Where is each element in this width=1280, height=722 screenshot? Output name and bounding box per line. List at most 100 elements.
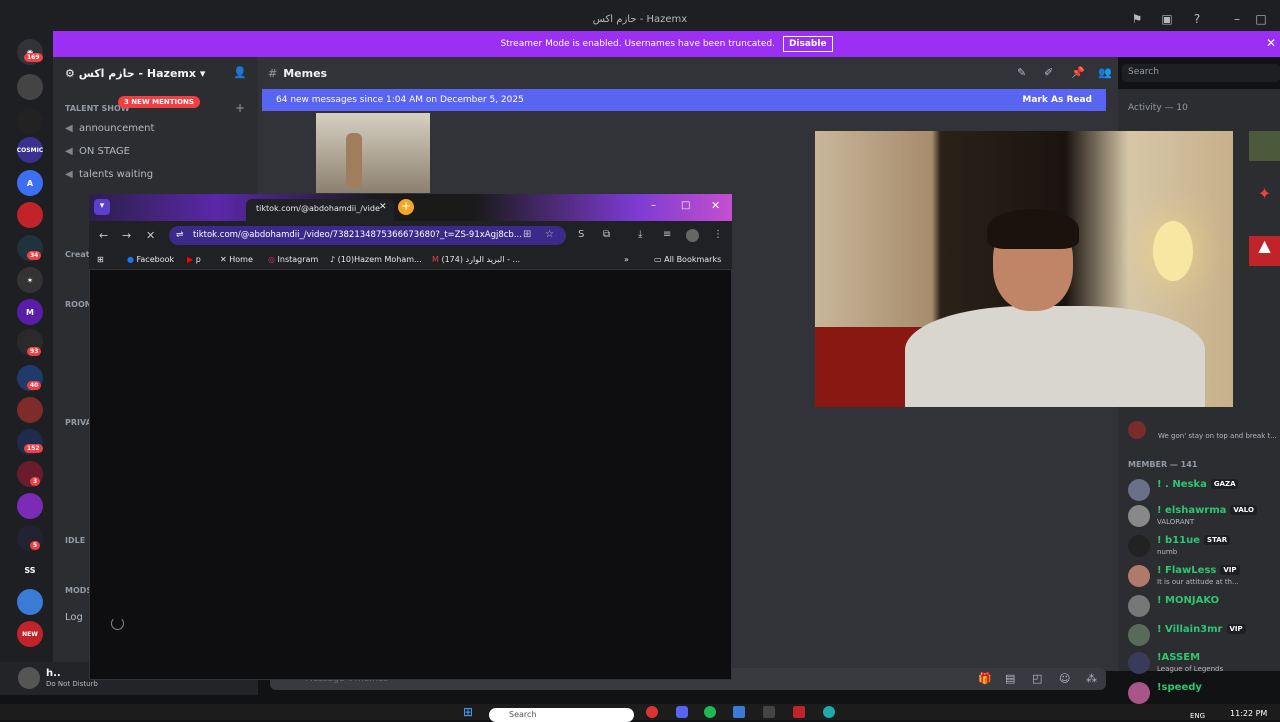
bookmark-youtube[interactable]: ▶ p <box>187 255 201 264</box>
server-icon[interactable] <box>17 202 43 228</box>
add-member-icon[interactable]: 👤 <box>233 66 247 79</box>
bookmark-facebook[interactable]: ● Facebook <box>127 255 174 264</box>
member-tag: STAR <box>1204 535 1231 545</box>
inbox-icon[interactable]: ⚑ <box>1128 12 1146 28</box>
member-item[interactable]: !speedy <box>1128 680 1278 706</box>
bookmark-tiktok[interactable]: ♪ (10)Hazem Moham... <box>330 255 422 264</box>
add-channel-icon[interactable]: + <box>235 101 245 115</box>
bookmark-instagram[interactable]: ◎ Instagram <box>268 255 318 264</box>
server-icon[interactable] <box>17 108 43 134</box>
search-input[interactable]: Search <box>1122 64 1280 82</box>
site-info-icon[interactable]: ⇌ <box>176 230 184 240</box>
server-icon[interactable]: A <box>17 170 43 196</box>
server-icon[interactable]: ✶ <box>17 267 43 293</box>
server-m[interactable]: M <box>17 299 43 325</box>
member-item[interactable]: ! elshawrma VALO VALORANT <box>1128 503 1278 529</box>
minimize-button[interactable]: – <box>1228 12 1246 28</box>
activity-thumb[interactable]: ▲ <box>1249 236 1280 266</box>
tiktok-icon: ♪ <box>330 255 336 264</box>
tab-search-icon[interactable]: ▾ <box>94 199 110 215</box>
app-icon[interactable] <box>823 706 835 718</box>
category-idle[interactable]: IDLE <box>65 536 85 545</box>
minimize-button[interactable]: – <box>651 200 656 211</box>
server-name[interactable]: ⚙ حازم اكس - Hazemx ▾ <box>65 67 205 80</box>
server-ss[interactable]: SS <box>17 557 43 583</box>
avatar[interactable] <box>1128 421 1146 439</box>
stop-icon[interactable]: ✕ <box>146 229 155 242</box>
activity-thumb[interactable]: ✦ <box>1249 184 1280 214</box>
channel-announcement[interactable]: ◀ announcement <box>65 123 154 134</box>
chrome-icon[interactable] <box>646 706 658 718</box>
apps-icon[interactable]: ⁂ <box>1086 672 1097 685</box>
disable-streamer-button[interactable]: Disable <box>782 36 833 52</box>
member-item[interactable]: ! MONJAKO <box>1128 593 1278 619</box>
member-item[interactable]: ! FlawLess VIP It is our attitude at th... <box>1128 563 1278 589</box>
pin-icon[interactable]: 📌 <box>1071 66 1085 79</box>
browser-tab[interactable]: tiktok.com/@abdohamdii_/vide <box>246 199 394 221</box>
member-item[interactable]: ! b11ue STAR numb <box>1128 533 1278 559</box>
member-item[interactable]: ! Villain3mr VIP <box>1128 622 1278 648</box>
address-bar[interactable]: tiktok.com/@abdohamdii_/video/7382134875… <box>169 226 566 245</box>
mute-icon[interactable]: ✐ <box>1044 66 1053 79</box>
menu-icon[interactable]: ⋮ <box>713 229 723 240</box>
profile-avatar[interactable] <box>686 229 699 242</box>
app-icon[interactable] <box>733 706 745 718</box>
avatar <box>1128 682 1150 704</box>
back-icon[interactable]: ← <box>99 229 108 242</box>
media-icon[interactable]: ≡ <box>663 229 671 240</box>
gear-icon: ⚙ <box>65 67 79 80</box>
extension-icon[interactable]: S <box>578 229 584 240</box>
member-item[interactable]: ! . Neska GAZA <box>1128 477 1278 503</box>
bookmark-star-icon[interactable]: ☆ <box>545 229 554 240</box>
all-bookmarks[interactable]: ▭ All Bookmarks <box>654 255 721 264</box>
maximize-button[interactable]: □ <box>1252 12 1270 28</box>
close-button[interactable]: ✕ <box>711 199 720 212</box>
server-icon[interactable] <box>17 493 43 519</box>
member-item[interactable]: !ASSEM League of Legends <box>1128 650 1278 676</box>
clock[interactable]: 11:22 PM <box>1230 709 1267 718</box>
mark-as-read-button[interactable]: Mark As Read <box>1022 95 1092 105</box>
new-mentions-badge[interactable]: 3 NEW MENTIONS <box>118 96 200 108</box>
discord-icon[interactable] <box>676 706 688 718</box>
language-indicator[interactable]: ENG <box>1190 712 1205 720</box>
bookmark-gmail[interactable]: M (174) البريد الوارد - ... <box>432 255 520 264</box>
server-cosmic[interactable]: COSMIC <box>17 137 43 163</box>
channel-on-stage[interactable]: ◀ ON STAGE <box>65 146 130 157</box>
bookmark-x[interactable]: ✕ Home <box>220 255 253 264</box>
channel-talents-waiting[interactable]: ◀ talents waiting <box>65 169 153 180</box>
new-messages-bar[interactable]: 64 new messages since 1:04 AM on Decembe… <box>262 89 1106 111</box>
server-new[interactable]: NEW <box>17 621 43 647</box>
category-create[interactable]: Creat <box>65 250 89 259</box>
spotify-icon[interactable] <box>704 706 716 718</box>
activity-thumb[interactable] <box>1249 131 1280 161</box>
chevron-right-icon[interactable]: » <box>624 255 629 264</box>
category-private[interactable]: PRIVA <box>65 418 92 427</box>
gif-icon[interactable]: ▤ <box>1005 672 1015 685</box>
forward-icon[interactable]: → <box>122 229 131 242</box>
download-icon[interactable]: ▣ <box>1158 12 1176 28</box>
help-icon[interactable]: ? <box>1188 12 1206 28</box>
apps-grid-icon[interactable]: ⊞ <box>97 255 104 264</box>
server-icon[interactable] <box>17 589 43 615</box>
app-icon[interactable] <box>793 706 805 718</box>
server-icon[interactable] <box>17 397 43 423</box>
close-icon[interactable]: ✕ <box>1266 36 1276 50</box>
sticker-icon[interactable]: ◰ <box>1032 672 1042 685</box>
download-icon[interactable]: ⤓ <box>638 229 642 240</box>
extensions-icon[interactable]: ⧉ <box>603 229 610 240</box>
avatar[interactable] <box>18 667 40 689</box>
app-icon[interactable] <box>763 706 775 718</box>
server-icon[interactable] <box>17 74 43 100</box>
emoji-icon[interactable]: ☺ <box>1059 672 1070 685</box>
members-icon[interactable]: 👥 <box>1098 66 1112 79</box>
windows-start-icon[interactable]: ⊞ <box>463 705 473 719</box>
gift-icon[interactable]: 🎁 <box>978 672 992 685</box>
channel-log[interactable]: Log <box>65 612 83 623</box>
new-tab-button[interactable]: + <box>398 199 414 215</box>
video-thumbnail[interactable] <box>316 113 430 193</box>
server-badge: 152 <box>24 444 43 453</box>
translate-icon[interactable]: ⊞ <box>523 229 531 240</box>
tab-close-icon[interactable]: ✕ <box>379 202 387 212</box>
threads-icon[interactable]: ✎ <box>1017 66 1026 79</box>
maximize-button[interactable]: □ <box>681 200 690 211</box>
